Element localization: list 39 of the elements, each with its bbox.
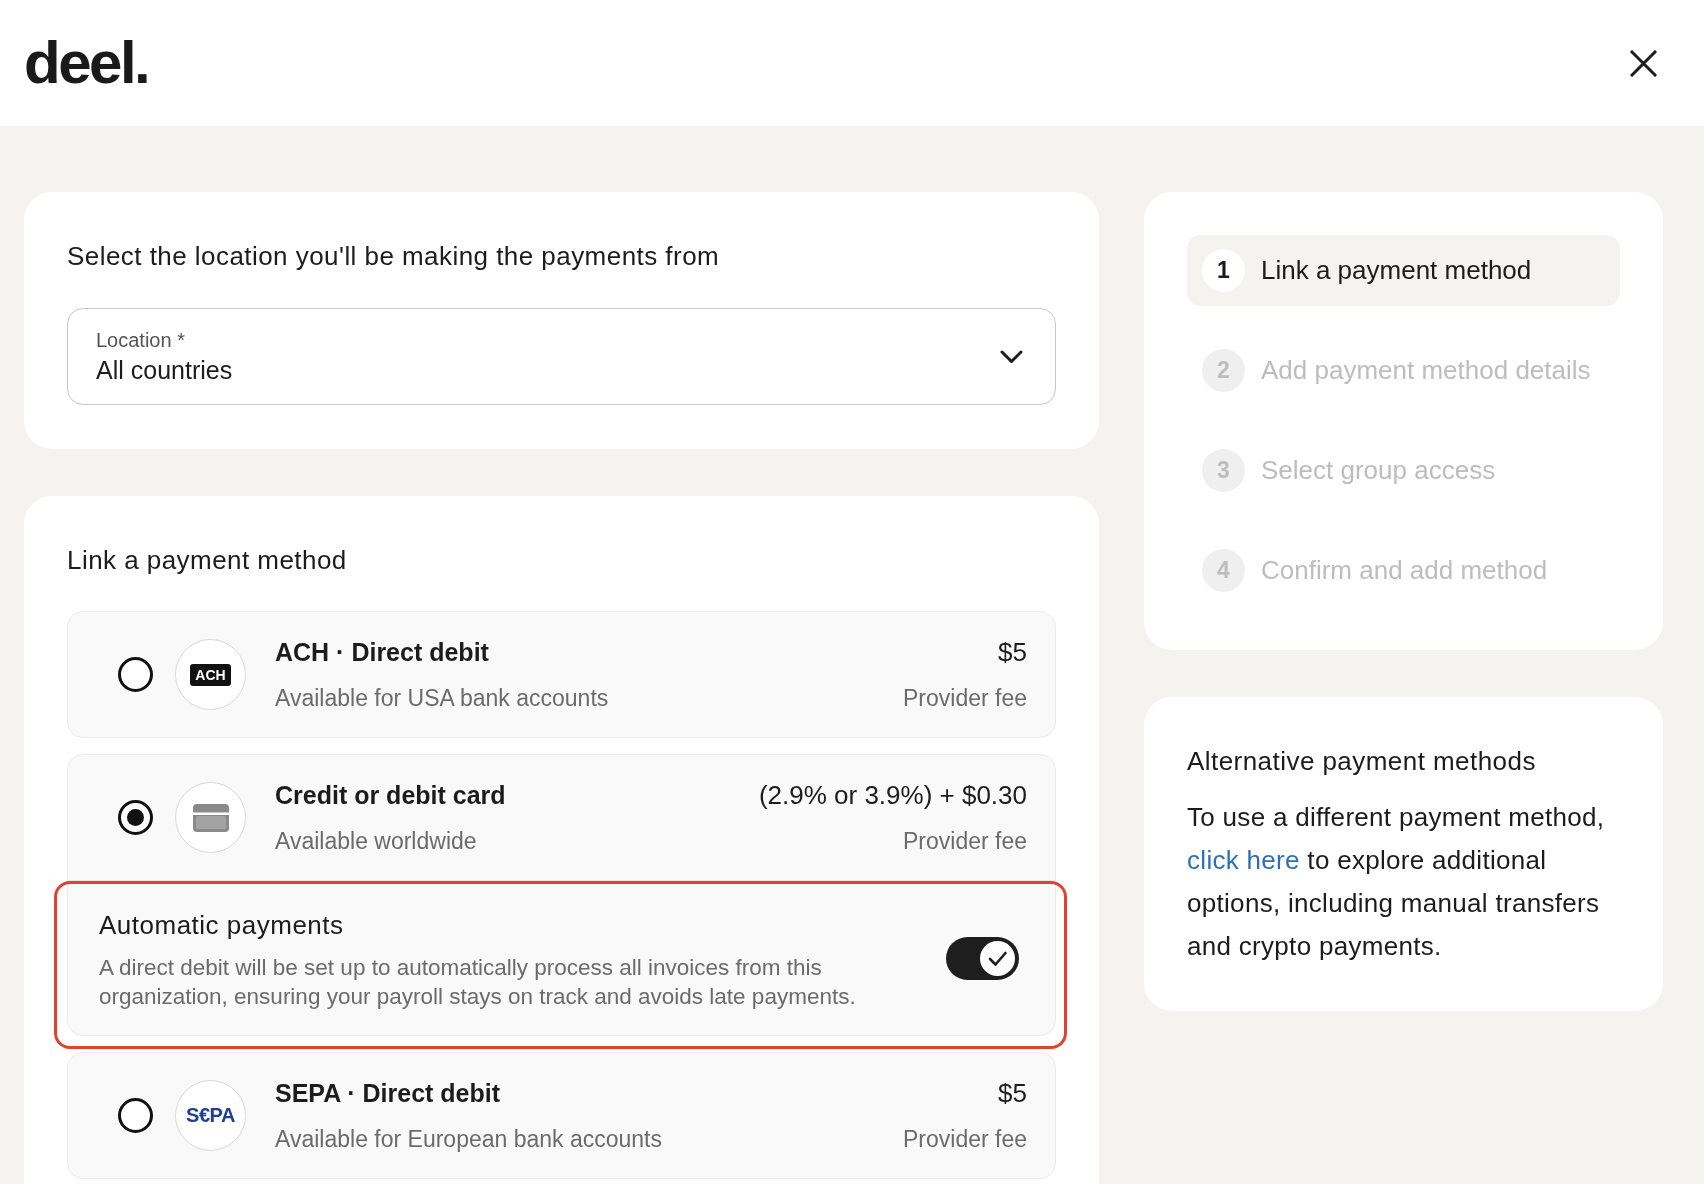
fee-amount: $5 [998, 636, 1027, 668]
method-description: Available for European bank accounts [275, 1125, 662, 1154]
method-title: SEPA · Direct debit [275, 1078, 501, 1109]
radio-button[interactable] [118, 1098, 153, 1133]
fee-amount: $5 [998, 1077, 1027, 1109]
card-title: Link a payment method [67, 545, 348, 575]
check-icon [980, 941, 1015, 976]
method-title: ACH · Direct debit [275, 637, 489, 668]
method-description: Available worldwide [275, 827, 477, 856]
close-icon[interactable] [1630, 49, 1657, 77]
card-title: Select the location you'll be making the payments from [67, 241, 721, 271]
select-value: All countries [96, 356, 233, 384]
method-title: Credit or debit card [275, 780, 506, 811]
payment-option[interactable]: ACH ACH · Direct debit Available for USA bank accounts $5 Provider fee [67, 611, 1056, 738]
toggle-switch[interactable] [946, 937, 1019, 980]
inline-link[interactable]: click here [1187, 845, 1300, 875]
radio-button[interactable] [118, 657, 153, 692]
alternative-methods-text: To use a different payment method, click here to explore additional options, including manual transfers and crypto payments. [1187, 801, 1606, 963]
logo[interactable]: deel. [24, 33, 149, 93]
step-label: Link a payment method [1261, 255, 1532, 286]
card-title: Alternative payment methods [1187, 746, 1537, 776]
method-description: Available for USA bank accounts [275, 684, 609, 713]
step-label: Select group access [1261, 455, 1496, 486]
location-select[interactable]: Location * All countries [67, 308, 1056, 405]
step-label: Confirm and add method [1261, 555, 1548, 586]
fee-label: Provider fee [903, 684, 1027, 713]
fee-label: Provider fee [903, 827, 1027, 856]
ach-logo: ACH [175, 639, 246, 710]
step-label: Add payment method details [1261, 355, 1591, 386]
chevron-down-icon [1000, 349, 1023, 364]
fee-label: Provider fee [903, 1125, 1027, 1154]
step-number: 1 [1202, 249, 1245, 292]
sepa-logo: S€PA [175, 1080, 246, 1151]
payment-option[interactable]: S€PA SEPA · Direct debit Available for European bank accounts $5 Provider fee [67, 1052, 1056, 1179]
field-label: Location * [96, 329, 185, 351]
automatic-payments-title: Automatic payments [99, 910, 344, 940]
automatic-payments-description: A direct debit will be set up to automatically process all invoices from this organization, ensuring your payroll stays on track and avoids late payments. [99, 954, 857, 1011]
fee-amount: (2.9% or 3.9%) + $0.30 [758, 779, 1027, 811]
radio-button[interactable] [118, 800, 153, 835]
